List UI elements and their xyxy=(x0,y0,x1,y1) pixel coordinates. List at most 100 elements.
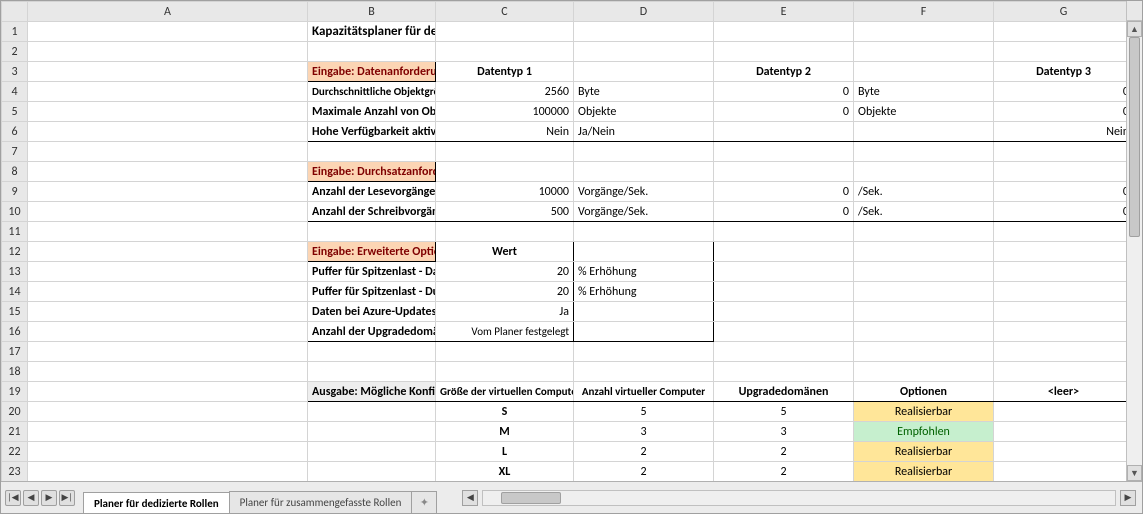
formula-bar-collapse[interactable] xyxy=(1126,1,1142,21)
cell[interactable]: 2 xyxy=(714,442,854,462)
cell-unit[interactable]: Byte xyxy=(854,82,994,102)
cell-value[interactable]: 0 xyxy=(994,202,1127,222)
cell-value[interactable]: 0 xyxy=(994,182,1127,202)
row-header[interactable]: 16 xyxy=(2,322,28,342)
cell-unit[interactable] xyxy=(574,322,714,342)
row-header[interactable]: 14 xyxy=(2,282,28,302)
cell[interactable]: Wert xyxy=(436,242,574,262)
row-header[interactable]: 21 xyxy=(2,422,28,442)
row-header[interactable]: 11 xyxy=(2,222,28,242)
scroll-track[interactable] xyxy=(1127,37,1142,465)
cell-unit[interactable]: /Sek. xyxy=(854,182,994,202)
cell-label[interactable]: Anzahl der Upgradedomänen xyxy=(308,322,436,342)
hscroll-left-button[interactable]: ◀ xyxy=(462,490,478,506)
col-header[interactable]: F xyxy=(854,2,994,22)
output-header[interactable]: Ausgabe: Mögliche Konfigurationen xyxy=(308,382,436,402)
row-header[interactable]: 20 xyxy=(2,402,28,422)
cell-value[interactable]: 500 xyxy=(436,202,574,222)
select-all-corner[interactable] xyxy=(2,2,28,22)
cell-label[interactable]: Anzahl der Schreibvorgänge/Sek. xyxy=(308,202,436,222)
row-header[interactable]: 23 xyxy=(2,462,28,482)
cell[interactable]: 2 xyxy=(574,462,714,482)
sheet-tab[interactable]: Planer für zusammengefasste Rollen xyxy=(229,491,413,513)
cell[interactable]: 2 xyxy=(714,462,854,482)
cell[interactable]: L xyxy=(436,442,574,462)
cell-value[interactable]: Vom Planer festgelegt xyxy=(436,322,574,342)
cell-label[interactable]: Daten bei Azure-Updates beibehalten xyxy=(308,302,436,322)
cell-value[interactable]: Nein xyxy=(994,122,1127,142)
cell-unit[interactable]: Vorgänge/Sek. xyxy=(574,182,714,202)
row-header[interactable]: 6 xyxy=(2,122,28,142)
tab-nav-last[interactable]: ▶| xyxy=(59,490,75,506)
cell-value[interactable]: Nein xyxy=(436,122,574,142)
column-header-row[interactable]: A B C D E F G H xyxy=(2,2,1127,22)
tab-nav-next[interactable]: ▶ xyxy=(41,490,57,506)
cell-value[interactable]: 0 xyxy=(994,82,1127,102)
scroll-up-button[interactable]: ▲ xyxy=(1127,21,1142,37)
row-header[interactable]: 5 xyxy=(2,102,28,122)
cell[interactable]: 3 xyxy=(714,422,854,442)
row-header[interactable]: 3 xyxy=(2,62,28,82)
cell-value[interactable]: 100000 xyxy=(436,102,574,122)
row-header[interactable]: 8 xyxy=(2,162,28,182)
col-header[interactable]: E xyxy=(714,2,854,22)
tab-nav-first[interactable]: |◀ xyxy=(5,490,21,506)
row-header[interactable]: 22 xyxy=(2,442,28,462)
hscroll-track[interactable] xyxy=(482,490,1116,506)
cell[interactable]: M xyxy=(436,422,574,442)
cell-label[interactable]: Puffer für Spitzenlast - Durchsatz xyxy=(308,282,436,302)
section-header[interactable]: Eingabe: Datenanforderungen xyxy=(308,62,436,82)
section-header[interactable]: Eingabe: Durchsatzanforderungen xyxy=(308,162,436,182)
cell-value[interactable]: 0 xyxy=(714,182,854,202)
vertical-scrollbar[interactable]: ▲ ▼ xyxy=(1126,21,1142,481)
sheet-tab-active[interactable]: Planer für dedizierte Rollen xyxy=(83,492,230,514)
cell-unit[interactable]: % Erhöhung xyxy=(574,282,714,302)
cell-label[interactable]: Hohe Verfügbarkeit aktiviert xyxy=(308,122,436,142)
cell-title[interactable]: Kapazitätsplaner für dedizierte Caches xyxy=(308,22,436,42)
tab-nav-prev[interactable]: ◀ xyxy=(23,490,39,506)
cell-option[interactable]: Empfohlen xyxy=(854,422,994,442)
scroll-thumb[interactable] xyxy=(1129,37,1140,237)
cell-value[interactable]: 20 xyxy=(436,262,574,282)
row-header[interactable]: 12 xyxy=(2,242,28,262)
cell[interactable]: Datentyp 3 xyxy=(994,62,1127,82)
cell[interactable]: Datentyp 1 xyxy=(436,62,574,82)
cell[interactable]: 5 xyxy=(714,402,854,422)
output-col-header[interactable]: <leer> xyxy=(994,382,1127,402)
cell-option[interactable]: Realisierbar xyxy=(854,402,994,422)
row-header[interactable]: 17 xyxy=(2,342,28,362)
row-header[interactable]: 9 xyxy=(2,182,28,202)
col-header[interactable]: C xyxy=(436,2,574,22)
row-header[interactable]: 19 xyxy=(2,382,28,402)
hscroll-thumb[interactable] xyxy=(501,492,561,504)
cell-unit[interactable]: Ja/Nein xyxy=(574,122,714,142)
output-col-header[interactable]: Größe der virtuellen Computer xyxy=(436,382,574,402)
cell-unit[interactable]: % Erhöhung xyxy=(574,262,714,282)
new-sheet-tab[interactable]: ✦ xyxy=(411,491,437,513)
cell-value[interactable]: 0 xyxy=(714,82,854,102)
row-header[interactable]: 13 xyxy=(2,262,28,282)
cell-value[interactable]: Ja xyxy=(436,302,574,322)
cell-option[interactable]: Realisierbar xyxy=(854,462,994,482)
cell-value[interactable]: 0 xyxy=(714,202,854,222)
cell-label[interactable]: Durchschnittliche Objektgröße (nach der … xyxy=(308,82,436,102)
col-header[interactable]: A xyxy=(28,2,308,22)
cell-value[interactable]: 2560 xyxy=(436,82,574,102)
worksheet-grid[interactable]: A B C D E F G H 1 Kapazitätsplaner für d… xyxy=(1,1,1126,481)
col-header[interactable]: G xyxy=(994,2,1127,22)
hscroll-right-button[interactable]: ▶ xyxy=(1120,490,1136,506)
cell[interactable]: 3 xyxy=(574,422,714,442)
scroll-down-button[interactable]: ▼ xyxy=(1127,465,1142,481)
cell[interactable]: S xyxy=(436,402,574,422)
cell-option[interactable]: Realisierbar xyxy=(854,442,994,462)
cell[interactable]: 2 xyxy=(574,442,714,462)
col-header[interactable]: D xyxy=(574,2,714,22)
output-col-header[interactable]: Anzahl virtueller Computer xyxy=(574,382,714,402)
cell-value[interactable]: 0 xyxy=(714,102,854,122)
cell-label[interactable]: Puffer für Spitzenlast - Daten xyxy=(308,262,436,282)
cell-unit[interactable]: /Sek. xyxy=(854,202,994,222)
row-header[interactable]: 2 xyxy=(2,42,28,62)
cell-unit[interactable] xyxy=(574,302,714,322)
output-col-header[interactable]: Upgradedomänen xyxy=(714,382,854,402)
cell[interactable]: Datentyp 2 xyxy=(714,62,854,82)
